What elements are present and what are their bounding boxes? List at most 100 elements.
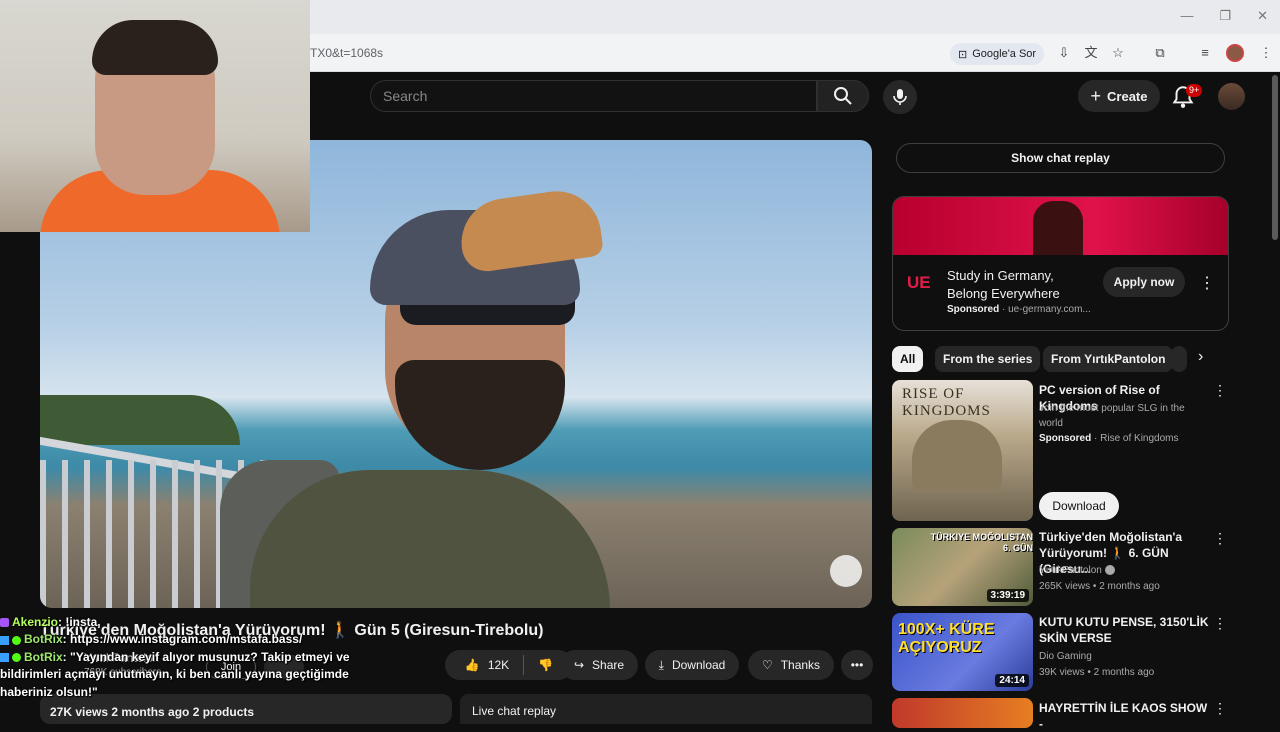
video-frame-person-beard: [395, 360, 565, 470]
chip-partial[interactable]: [1171, 346, 1187, 372]
more-horizontal-icon: •••: [850, 658, 864, 672]
ad-banner-figure: [1033, 201, 1083, 255]
extensions-icon[interactable]: ⧉: [1152, 45, 1168, 61]
ad-domain: ue-germany.com...: [1008, 304, 1091, 315]
browser-menu-icon[interactable]: ⋮: [1258, 45, 1274, 61]
create-label: Create: [1107, 88, 1148, 104]
rec-sponsor-line: Sponsored · Rise of Kingdoms: [1039, 431, 1179, 446]
ask-google-button[interactable]: ⊡ Google'a Sor: [950, 43, 1045, 65]
verified-check-icon: [1104, 565, 1115, 576]
page-scrollbar[interactable]: [1272, 75, 1278, 240]
share-button[interactable]: ↪ Share: [560, 650, 638, 680]
search-input[interactable]: Search: [370, 80, 817, 112]
rec-description: Join the most popular SLG in the world: [1039, 403, 1185, 429]
plus-icon: +: [1090, 85, 1102, 106]
verified-badge-icon: [12, 635, 21, 645]
apply-now-button[interactable]: Apply now: [1103, 267, 1185, 297]
thumbnail-sphinx: [912, 420, 1002, 490]
media-control-icon[interactable]: ≡: [1197, 45, 1213, 61]
thumbnail-text: 100X+ KÜRE AÇIYORUZ: [898, 621, 995, 656]
install-icon[interactable]: ⇩: [1056, 45, 1072, 61]
ad-title[interactable]: Study in Germany, Belong Everywhere: [947, 267, 1097, 303]
notification-badge: 9+: [1186, 84, 1203, 97]
streamer-webcam: [0, 0, 310, 232]
like-dislike-group: 👍 12K 👎: [445, 650, 573, 680]
chip-all[interactable]: All: [892, 346, 924, 372]
minimize-button[interactable]: —: [1180, 8, 1193, 24]
rec-download-button[interactable]: Download: [1039, 492, 1119, 520]
chat-message: haberiniz olsun!": [0, 684, 98, 699]
browser-profile-avatar[interactable]: [1226, 44, 1244, 62]
chat-line: BotRix: https://www.instagram.com/mstafa…: [0, 631, 440, 648]
rec-stats: 39K views • 2 months ago: [1039, 667, 1155, 678]
video-frame-hill: [40, 395, 240, 445]
chat-message: : https://www.instagram.com/mstafa.bass/: [62, 632, 303, 647]
download-label: Download: [671, 658, 726, 672]
video-frame-cap-brim: [455, 185, 605, 275]
channel-watermark-icon[interactable]: [830, 555, 862, 587]
search-icon: [834, 87, 852, 105]
voice-search-button[interactable]: [883, 80, 917, 114]
thumbs-up-icon[interactable]: 👍: [465, 658, 480, 672]
rec-source: · Rise of Kingdoms: [1094, 433, 1179, 444]
account-avatar[interactable]: [1218, 83, 1245, 110]
show-chat-replay-button[interactable]: Show chat replay: [896, 143, 1225, 173]
chat-line: bildirimleri açmayı unutmayın, ki ben ca…: [0, 666, 440, 683]
rec-channel-name: YırtıkPantolon: [1039, 565, 1102, 576]
rec-duration: 24:14: [995, 674, 1029, 687]
stream-chat-overlay: Akenzio: !insta BotRix: https://www.inst…: [0, 614, 440, 701]
bookmark-star-icon[interactable]: ☆: [1110, 45, 1126, 61]
ad-sponsored-label: Sponsored: [947, 304, 1000, 315]
chat-line: haberiniz olsun!": [0, 684, 440, 701]
download-icon: ⤓: [658, 657, 664, 672]
rec-thumbnail[interactable]: 100X+ KÜRE AÇIYORUZ 24:14: [892, 613, 1033, 691]
rec-menu-icon[interactable]: ⋮: [1213, 615, 1227, 632]
webcam-hair: [92, 20, 218, 75]
lens-icon: ⊡: [958, 48, 968, 61]
like-count[interactable]: 12K: [488, 658, 509, 672]
chat-message: : !insta: [58, 615, 98, 629]
rec-menu-icon[interactable]: ⋮: [1213, 382, 1227, 399]
ad-sponsor-line: Sponsored · ue-germany.com...: [947, 304, 1091, 315]
rec-stats: 265K views • 2 months ago: [1039, 581, 1160, 592]
chip-from-the-series[interactable]: From the series: [935, 346, 1041, 372]
chat-username: BotRix: [24, 632, 63, 647]
thanks-heart-icon: ♡: [761, 658, 773, 672]
share-label: Share: [592, 658, 625, 672]
close-window-button[interactable]: ✕: [1257, 8, 1268, 24]
search-button[interactable]: [817, 80, 869, 112]
microphone-icon: [893, 89, 907, 105]
create-button[interactable]: + Create: [1078, 80, 1160, 112]
sponsored-ad-card[interactable]: UE Study in Germany, Belong Everywhere S…: [892, 196, 1229, 331]
chevron-right-icon[interactable]: ›: [1198, 348, 1203, 366]
rec-title[interactable]: HAYRETTİN İLE KAOS SHOW -: [1039, 700, 1209, 732]
chat-message: bildirimleri açmayı unutmayın, ki ben ca…: [0, 667, 349, 682]
more-actions-button[interactable]: •••: [841, 650, 873, 680]
rec-menu-icon[interactable]: ⋮: [1213, 700, 1227, 717]
translate-icon[interactable]: 文: [1083, 45, 1099, 61]
chip-from-channel[interactable]: From YırtıkPantolon: [1043, 346, 1174, 372]
chat-line: Akenzio: !insta: [0, 614, 440, 631]
thanks-button[interactable]: ♡ Thanks: [748, 650, 834, 680]
window-controls: — ❐ ✕: [1180, 8, 1268, 24]
rec-menu-icon[interactable]: ⋮: [1213, 530, 1227, 547]
ad-brand-logo: UE: [907, 273, 931, 292]
chat-username: Akenzio: [12, 615, 59, 629]
rec-thumbnail[interactable]: [892, 698, 1033, 728]
rec-thumbnail[interactable]: TÜRKIYE MOĞOLISTAN 6. GÜN 3:39:19: [892, 528, 1033, 606]
rec-title[interactable]: KUTU KUTU PENSE, 3150'LİK SKİN VERSE: [1039, 614, 1209, 646]
search-placeholder: Search: [383, 88, 428, 104]
rec-channel-name[interactable]: Dio Gaming: [1039, 649, 1092, 664]
ad-menu-icon[interactable]: ⋮: [1199, 273, 1215, 293]
bot-badge-icon: [0, 653, 9, 663]
maximize-button[interactable]: ❐: [1219, 8, 1231, 24]
page-gutter: [0, 232, 40, 610]
chat-message: : "Yayından keyif alıyor musunuz? Takip …: [62, 649, 350, 664]
chat-line: BotRix: "Yayından keyif alıyor musunuz? …: [0, 649, 440, 666]
rec-thumbnail[interactable]: RISE OF KINGDOMS: [892, 380, 1033, 521]
thumbnail-text: RISE OF KINGDOMS: [902, 386, 991, 419]
url-text[interactable]: TX0&t=1068s: [310, 46, 383, 60]
thumbs-down-icon[interactable]: 👎: [538, 658, 553, 672]
download-button[interactable]: ⤓ Download: [645, 650, 739, 680]
rec-channel[interactable]: YırtıkPantolon: [1039, 563, 1115, 578]
